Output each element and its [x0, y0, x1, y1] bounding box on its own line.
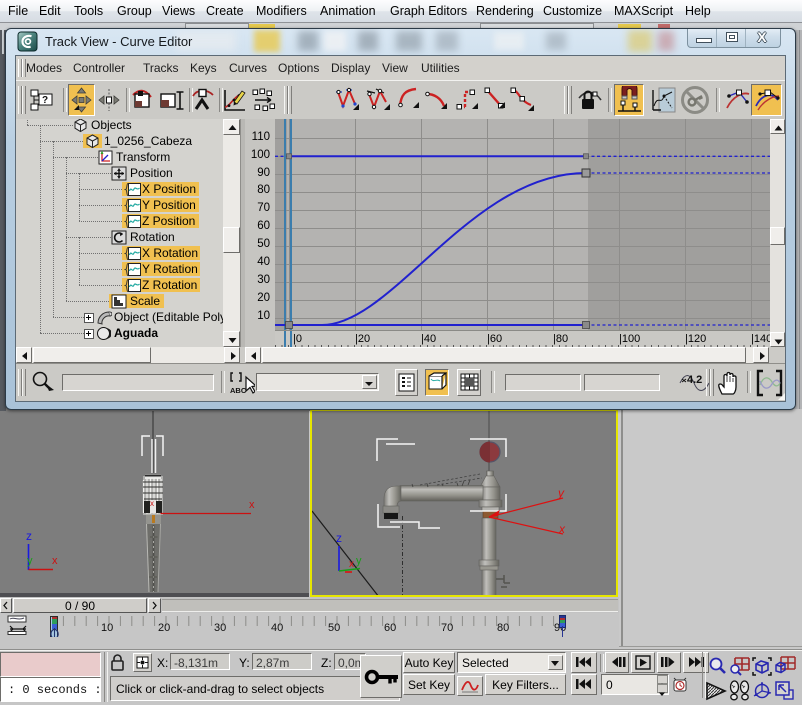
svg-text:4.2: 4.2	[687, 374, 702, 386]
svg-text:y: y	[356, 555, 362, 567]
svg-text:ABC: ABC	[230, 386, 247, 395]
svg-text:x: x	[52, 555, 58, 567]
svg-text:y: y	[27, 555, 33, 567]
svg-text:x: x	[349, 559, 354, 570]
svg-text:z: z	[26, 529, 32, 543]
svg-text:y: y	[557, 486, 565, 500]
svg-text:z: z	[336, 531, 342, 545]
svg-text:x: x	[150, 499, 154, 508]
svg-text:x: x	[558, 522, 566, 536]
svg-text:x: x	[249, 499, 255, 511]
svg-text:?: ?	[42, 95, 48, 106]
